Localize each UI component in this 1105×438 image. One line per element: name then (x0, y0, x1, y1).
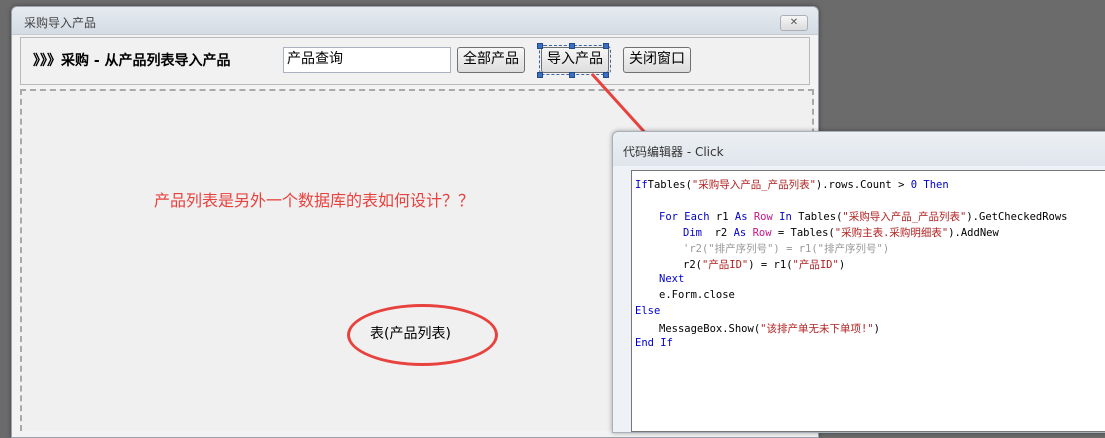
code-line[interactable]: e.Form.close (659, 289, 735, 301)
code-token: End If (635, 337, 673, 349)
code-token: "采购导入产品_产品列表" (842, 211, 967, 223)
code-token: Tables( (647, 179, 692, 191)
code-token: ).AddNew (948, 227, 999, 239)
code-token: "产品ID" (701, 259, 749, 271)
code-line[interactable]: Else (635, 305, 660, 317)
code-token: Row (753, 211, 773, 223)
code-editor-title: 代码编辑器 - Click (623, 145, 724, 159)
code-token: Dim (683, 227, 702, 239)
code-token: 'r2("排产序列号") = r1("排产序列号") (683, 243, 890, 255)
code-line[interactable]: End If (635, 337, 673, 349)
code-token: Next (659, 273, 685, 285)
code-line[interactable]: IfTables("采购导入产品_产品列表").rows.Count > 0 T… (635, 177, 949, 192)
code-editor-titlebar[interactable]: 代码编辑器 - Click (613, 132, 1105, 166)
code-token: ) (873, 323, 880, 335)
code-token: ) = r1( (748, 259, 793, 271)
code-editor-area[interactable]: IfTables("采购导入产品_产品列表").rows.Count > 0 T… (631, 170, 1105, 432)
code-token: MessageBox.Show( (659, 323, 761, 335)
code-token: ).GetCheckedRows (966, 211, 1068, 223)
code-token: r2 (701, 227, 734, 239)
code-token: "采购主表.采购明细表" (834, 227, 949, 239)
code-token: As (733, 227, 747, 239)
code-token: ).rows.Count > (815, 179, 911, 191)
code-line[interactable]: 'r2("排产序列号") = r1("排产序列号") (683, 241, 889, 256)
code-token: "该排产单无未下单项!" (760, 323, 874, 335)
code-token: = Tables( (771, 227, 835, 239)
code-editor-window: 代码编辑器 - Click IfTables("采购导入产品_产品列表").ro… (612, 131, 1105, 433)
code-token: r1 (709, 211, 735, 223)
code-token: r2( (683, 259, 702, 271)
code-line[interactable]: MessageBox.Show("该排产单无未下单项!") (659, 321, 880, 336)
code-line[interactable]: Next (659, 273, 684, 285)
code-token: For Each (659, 211, 710, 223)
code-token: Row (752, 227, 772, 239)
code-token: "产品ID" (792, 259, 839, 271)
code-line[interactable]: r2("产品ID") = r1("产品ID") (683, 257, 845, 272)
code-token: e.Form.close (659, 289, 735, 301)
code-token: As (734, 211, 748, 223)
code-line[interactable]: For Each r1 As Row In Tables("采购导入产品_产品列… (659, 209, 1068, 224)
code-line[interactable]: Dim r2 As Row = Tables("采购主表.采购明细表").Add… (683, 225, 999, 240)
code-token: ) (838, 259, 846, 271)
code-token: Else (635, 305, 661, 317)
code-token: "采购导入产品_产品列表" (691, 179, 816, 191)
code-token: Then (917, 179, 949, 191)
code-token: In (779, 211, 792, 223)
code-token: If (635, 179, 648, 191)
code-token: Tables( (791, 211, 843, 223)
